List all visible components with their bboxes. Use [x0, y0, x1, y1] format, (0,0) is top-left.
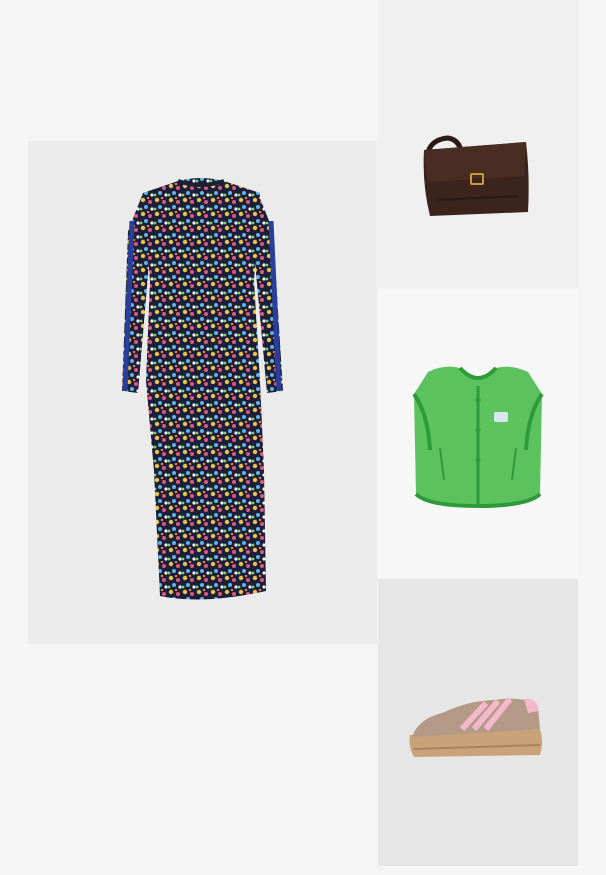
bag-image: [423, 135, 529, 216]
product-tile-vest[interactable]: [378, 290, 578, 577]
sneaker-image: [409, 697, 542, 757]
vest-image: [412, 366, 544, 509]
product-tile-bag[interactable]: [378, 0, 578, 288]
product-tile-dress[interactable]: [28, 141, 377, 644]
dress-image: [122, 178, 283, 600]
outfit-grid: [0, 0, 606, 875]
product-tile-sneaker[interactable]: [378, 579, 578, 866]
